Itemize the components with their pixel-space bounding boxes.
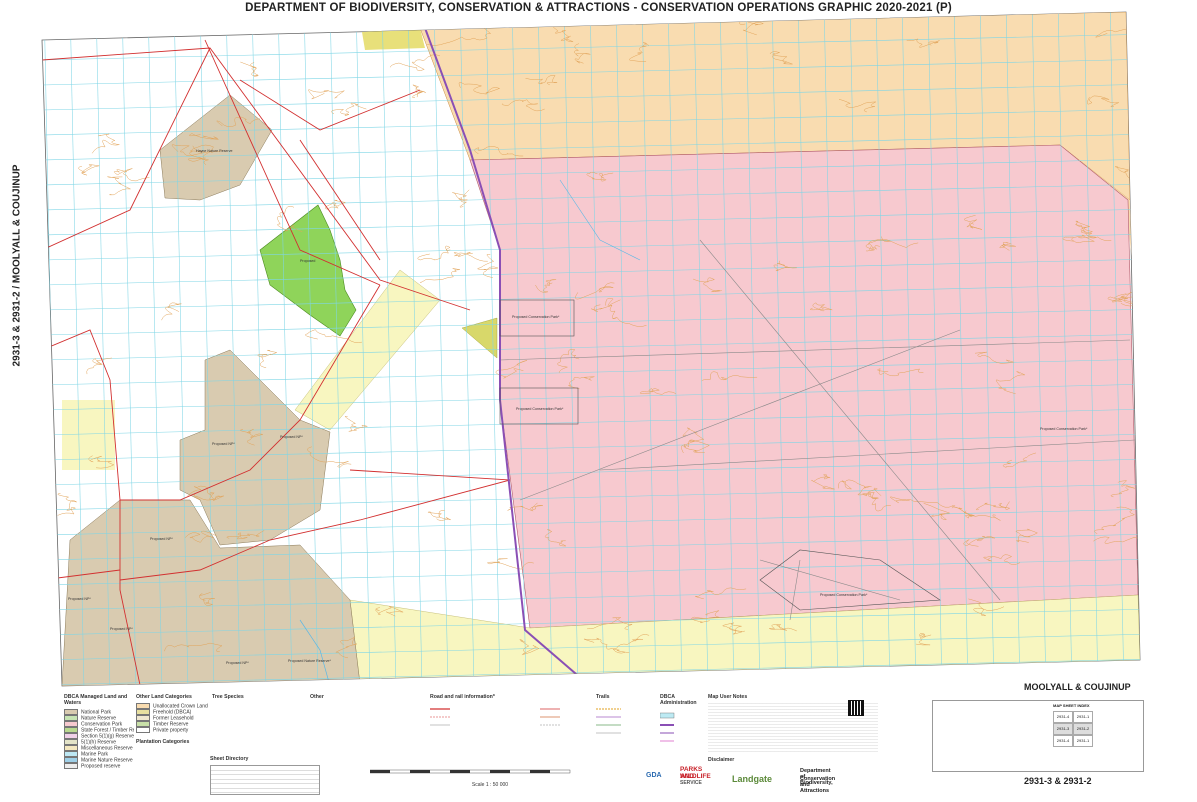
label-proposed-np-3: Proposed NP* (150, 537, 173, 541)
label-proposed-cp-2: Proposed Conservation Park* (516, 407, 564, 411)
legend-trails: Trails (596, 694, 656, 765)
label-proposed-green: Proposed (300, 259, 315, 263)
legend-swatch (136, 727, 150, 733)
landgate-logo: Landgate (732, 774, 773, 784)
label-proposed-nr-s: Proposed Nature Reserve* (288, 659, 332, 663)
legend-item: Proposed reserve (64, 763, 134, 769)
scale-bar-graphic (369, 769, 571, 774)
index-cell: 2931-2 (1073, 723, 1093, 735)
legend-heading: DBCA Managed Land and Waters (64, 694, 128, 706)
label-nature-reserve-nw: Hayne Nature Reserve (196, 149, 233, 153)
map-canvas[interactable]: Hayne Nature Reserve Proposed Proposed C… (0, 0, 1197, 690)
index-cell: 2931-3 (1053, 723, 1073, 735)
label-proposed-np-5: Proposed NP* (110, 627, 133, 631)
sheet-directory: Sheet Directory (210, 756, 320, 795)
label-proposed-np-6: Proposed NP* (226, 661, 249, 665)
label-proposed-cp-se: Proposed Conservation Park* (820, 593, 868, 597)
label-proposed-np-2: Proposed NP* (212, 442, 235, 446)
legend-heading: Other (310, 694, 324, 700)
index-cell: 2931-4 (1053, 711, 1073, 723)
legend-heading: Plantation Categories (136, 739, 190, 745)
legend-heading: Road and rail information* (430, 694, 495, 700)
admin-symbols (659, 712, 675, 742)
directory-heading: Sheet Directory (210, 756, 249, 762)
map-sheet-index: MAP SHEET INDEX 2931-4 2931-1 2931-3 2931-2… (932, 700, 1144, 772)
legend-other: Other (310, 694, 370, 703)
legend-other-land: Other Land Categories Unallocated Crown … (136, 694, 216, 748)
legend-swatch (64, 763, 78, 769)
legend-dbca-admin: DBCA Administration (659, 694, 710, 761)
index-title: MAP SHEET INDEX (1053, 703, 1090, 708)
legend-dbca-land: DBCA Managed Land and Waters National Pa… (64, 694, 134, 769)
legend-heading: DBCA Administration (660, 694, 697, 706)
legend-item-label: Private property (153, 727, 189, 733)
legend-item: Private property (136, 727, 216, 733)
pws-logo-line2: WILDLIFE (680, 773, 711, 780)
qr-code[interactable] (848, 700, 864, 716)
directory-table (210, 765, 320, 795)
pws-logo-line3: SERVICE (680, 780, 702, 786)
legend-item-label: Proposed reserve (81, 763, 121, 769)
trail-symbols (596, 708, 621, 734)
dbca-logo-line2: Conservation and Attractions (800, 776, 836, 794)
label-proposed-np-1: Proposed NP* (280, 435, 303, 439)
label-proposed-np-4: Proposed NP* (68, 597, 91, 601)
grid-line-h (42, 682, 1140, 686)
gda-logo: GDA (646, 772, 662, 779)
legend-heading: Tree Species (212, 694, 244, 700)
index-cell: 2931-4 (1053, 735, 1073, 747)
scale-bar: Scale 1 : 50 000 (369, 768, 610, 788)
disclaimer-heading: Disclaimer (708, 757, 735, 763)
index-cell: 2931-1 (1073, 711, 1093, 723)
sheet-number: 2931-3 & 2931-2 (1024, 776, 1092, 786)
index-cell: 2931-1 (1073, 735, 1093, 747)
legend-heading: Trails (596, 694, 610, 700)
sheet-name: MOOLYALL & COUJINUP (1024, 682, 1131, 692)
scale-text: Scale 1 : 50 000 (471, 782, 509, 788)
legend-heading: Other Land Categories (136, 694, 192, 700)
label-proposed-cp-east: Proposed Conservation Park* (1040, 427, 1088, 431)
legend-tree-species: Tree Species (212, 694, 272, 703)
legend-road-rail: Road and rail information* (430, 694, 560, 765)
label-proposed-cp-1: Proposed Conservation Park* (512, 315, 560, 319)
